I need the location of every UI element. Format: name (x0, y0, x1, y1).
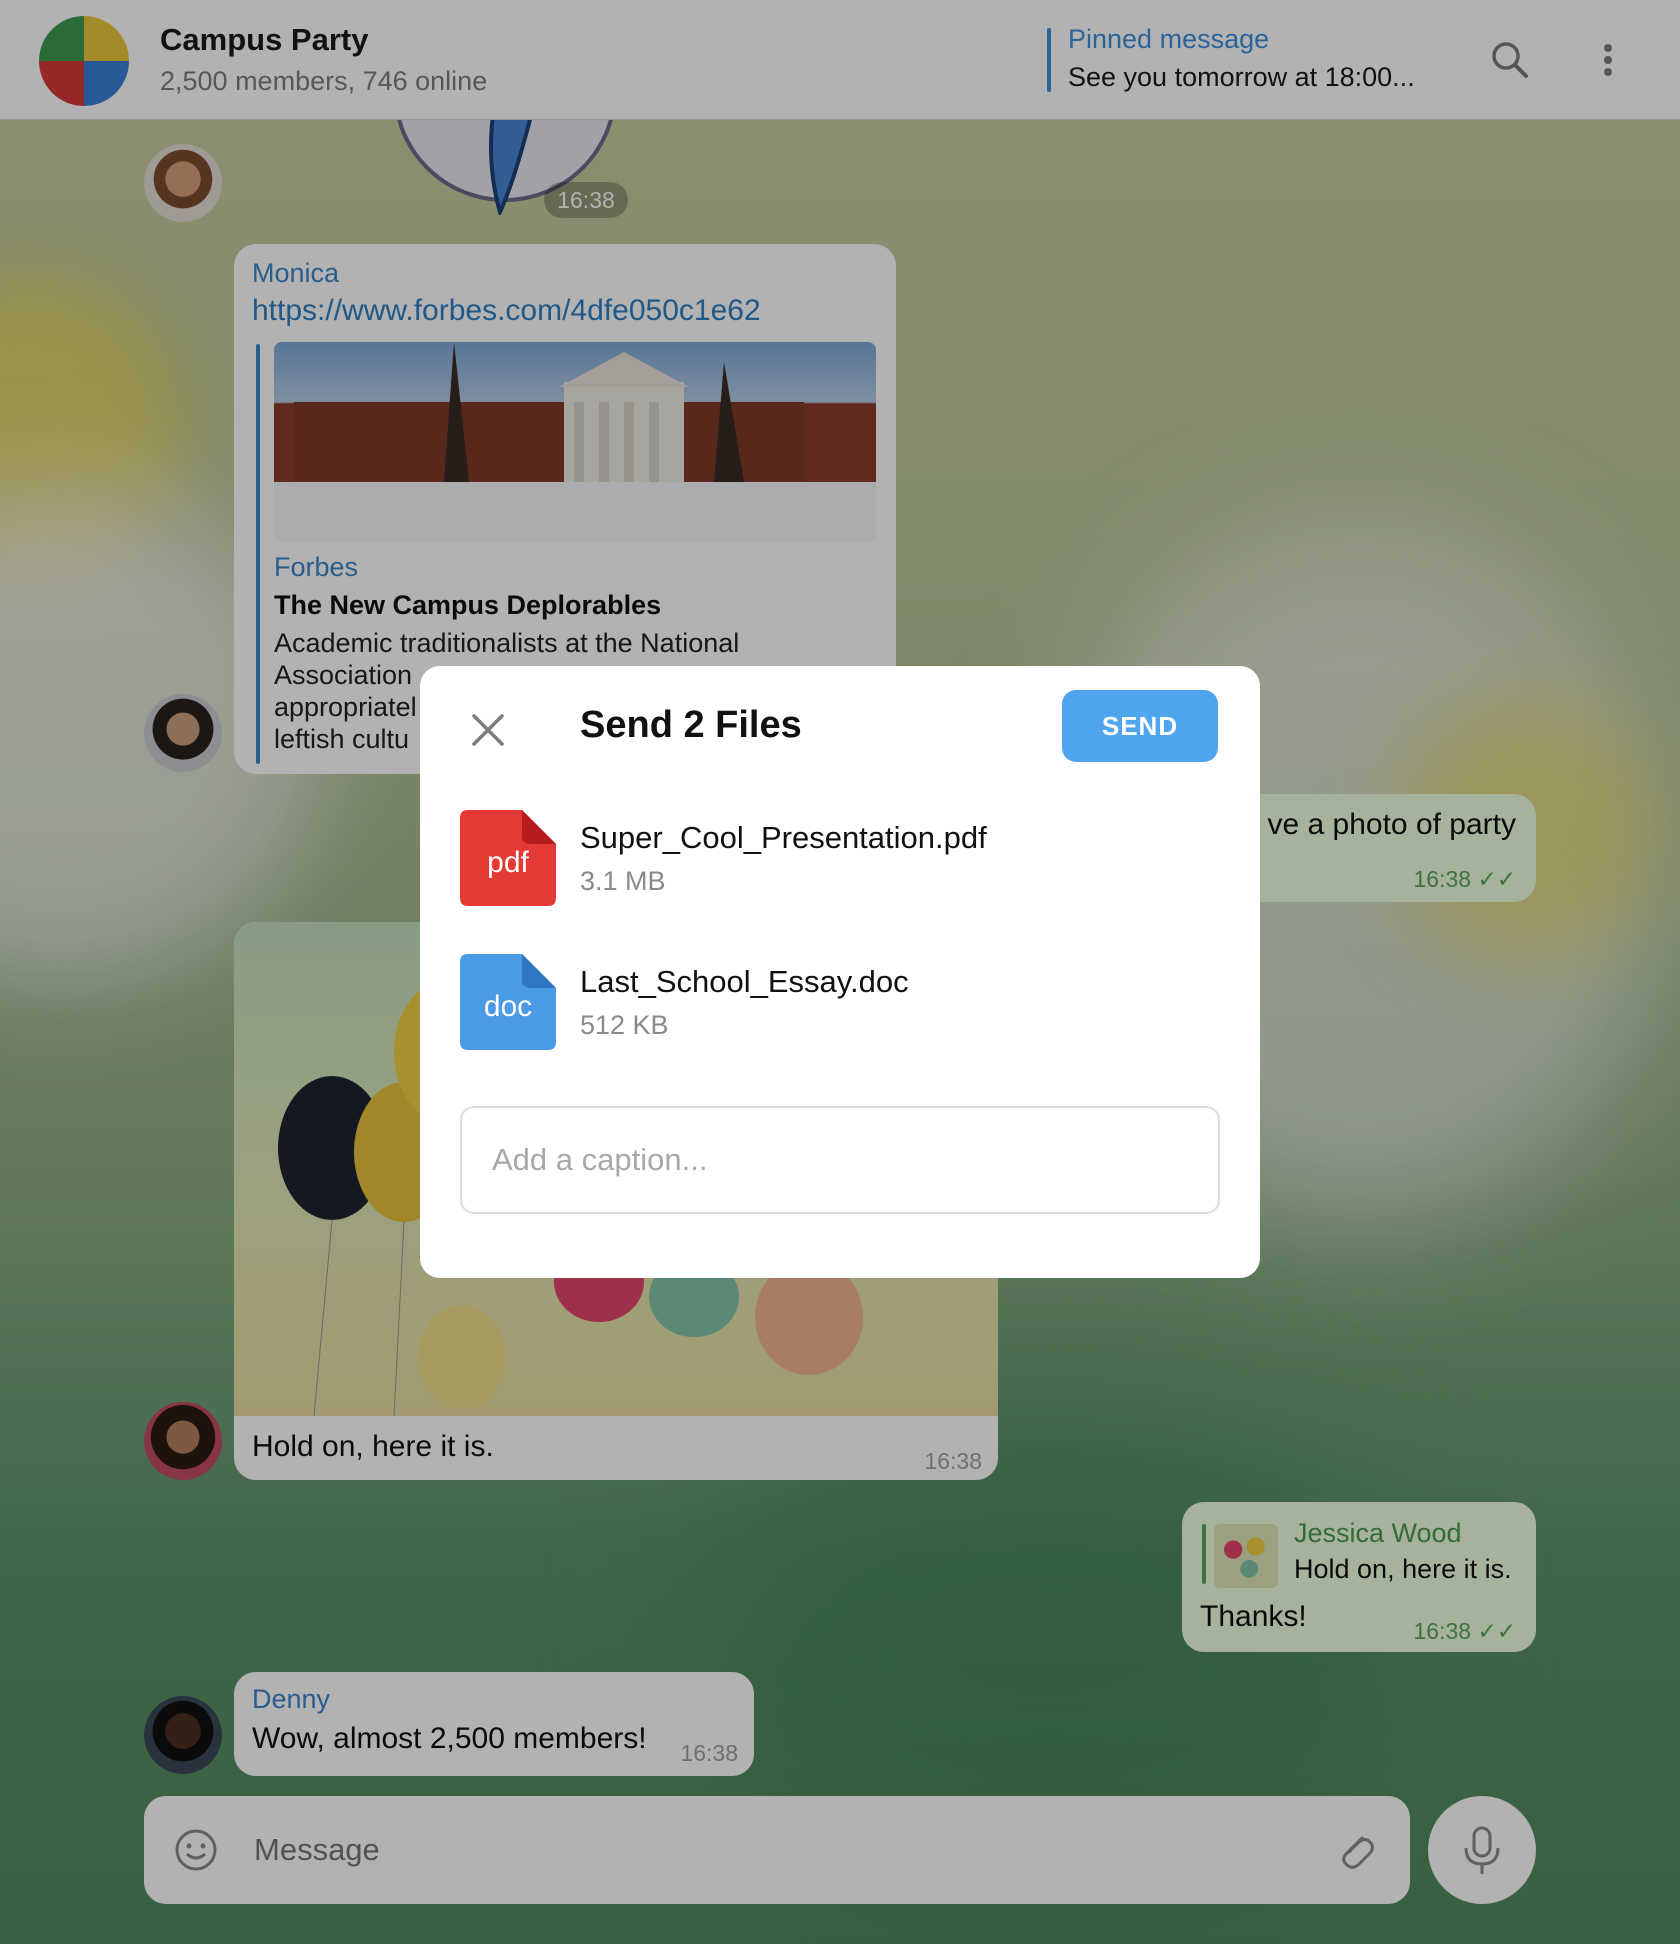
dialog-title: Send 2 Files (580, 704, 802, 746)
send-files-dialog: Send 2 Files SEND pdf Super_Cool_Present… (420, 666, 1260, 1278)
file-size: 3.1 MB (580, 866, 666, 896)
file-item[interactable]: doc Last_School_Essay.doc 512 KB (460, 954, 1220, 1054)
file-type-label: pdf (487, 846, 529, 879)
pdf-file-icon: pdf (460, 810, 556, 906)
caption-input[interactable]: Add a caption... (460, 1106, 1220, 1214)
doc-file-icon: doc (460, 954, 556, 1050)
close-icon[interactable] (470, 712, 506, 748)
file-type-label: doc (483, 990, 533, 1023)
send-button[interactable]: SEND (1062, 690, 1218, 762)
file-size: 512 KB (580, 1010, 669, 1040)
file-name: Last_School_Essay.doc (580, 964, 909, 999)
caption-placeholder: Add a caption... (492, 1142, 708, 1177)
file-item[interactable]: pdf Super_Cool_Presentation.pdf 3.1 MB (460, 810, 1220, 910)
file-name: Super_Cool_Presentation.pdf (580, 820, 987, 855)
